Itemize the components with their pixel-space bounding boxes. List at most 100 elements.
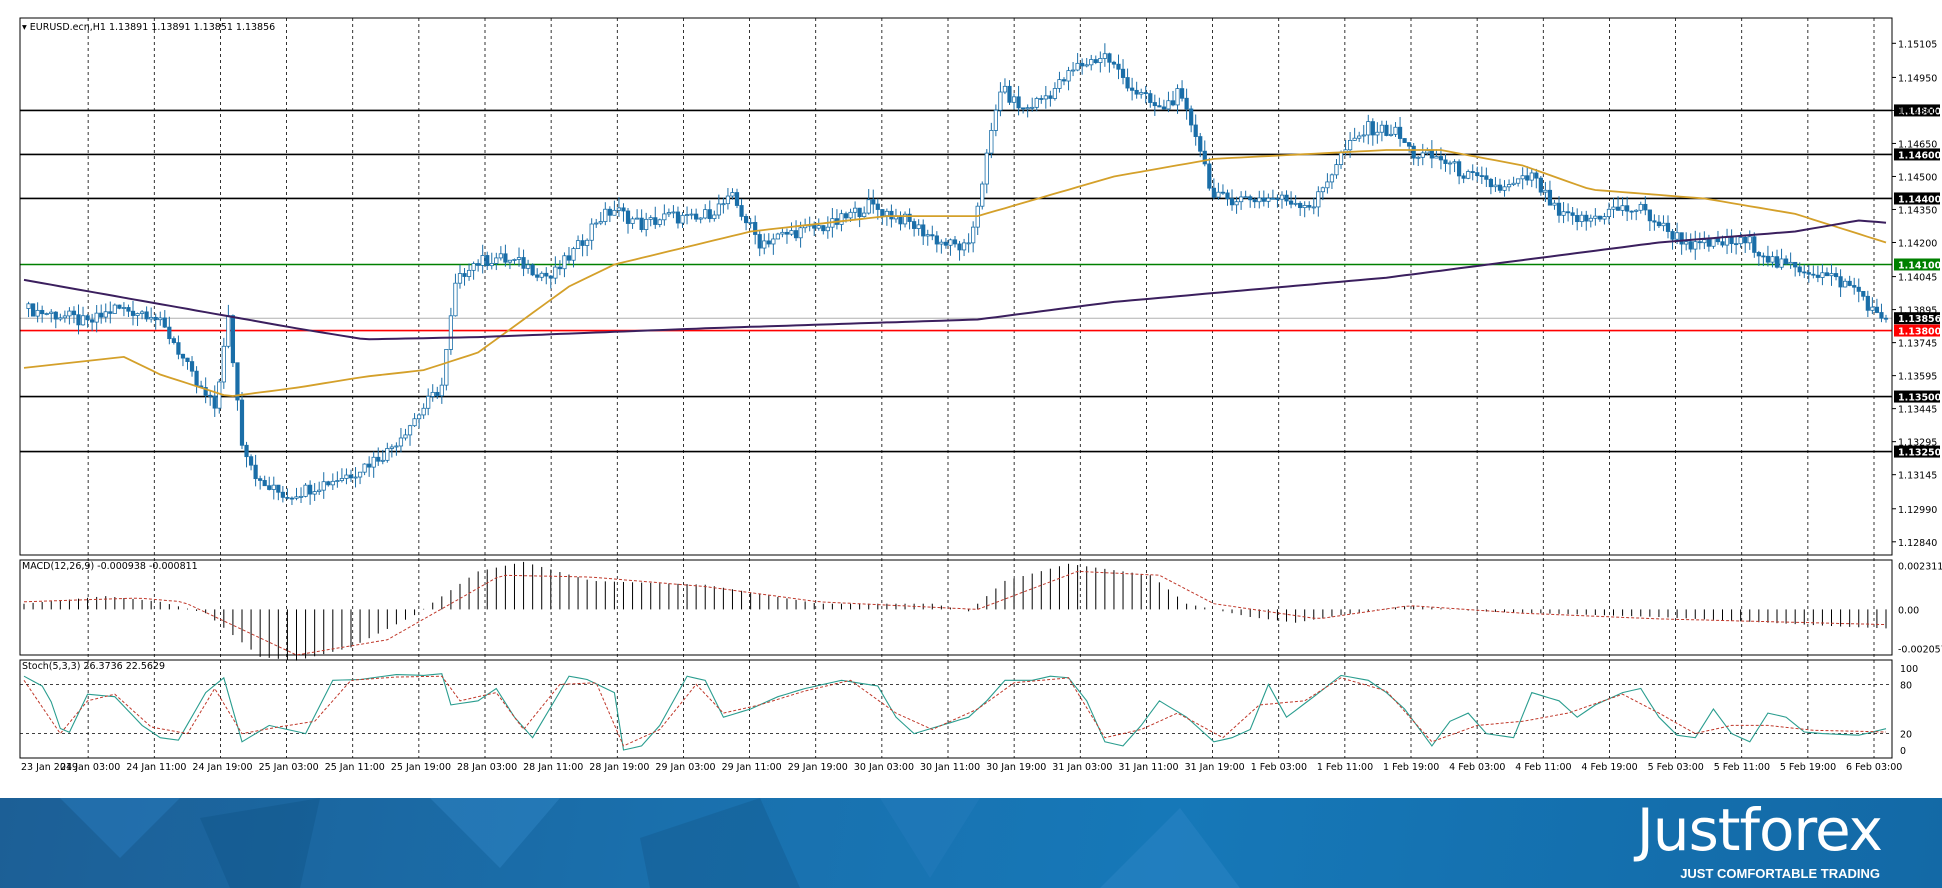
candle-body xyxy=(126,307,131,312)
candle-body xyxy=(1525,175,1530,181)
candle-body xyxy=(1797,266,1802,273)
candle-body xyxy=(1030,106,1035,109)
candle-body xyxy=(1366,121,1371,136)
candle-body xyxy=(1198,136,1203,152)
candle-body xyxy=(1575,215,1580,223)
candle-body xyxy=(371,456,376,468)
candle-body xyxy=(1425,150,1430,154)
candle-body xyxy=(1316,191,1321,208)
candle-body xyxy=(571,248,576,261)
candle-body xyxy=(1538,177,1543,193)
candle-body xyxy=(739,205,744,217)
candle-body xyxy=(1048,95,1053,99)
candle-body xyxy=(1543,189,1548,193)
candle-body xyxy=(180,353,186,359)
candle-body xyxy=(1243,196,1248,199)
candle-body xyxy=(226,315,231,347)
candle-body xyxy=(49,311,54,314)
candle-body xyxy=(344,474,349,479)
candle-body xyxy=(730,192,735,197)
candle-body xyxy=(1189,108,1194,126)
candle-body xyxy=(598,221,603,224)
candle-body xyxy=(1861,290,1866,297)
candle-body xyxy=(607,208,612,216)
candle-body xyxy=(471,263,476,271)
x-tick-label: 29 Jan 19:00 xyxy=(788,762,848,773)
x-tick-label: 5 Feb 11:00 xyxy=(1714,762,1770,773)
candle-body xyxy=(1506,184,1512,188)
candle-body xyxy=(612,209,617,216)
candle-body xyxy=(185,357,190,362)
candle-body xyxy=(1075,62,1080,71)
candle-body xyxy=(435,391,440,397)
candle-body xyxy=(94,312,99,323)
candle-body xyxy=(1565,211,1571,214)
candle-body xyxy=(548,275,553,279)
macd-label: MACD(12,26,9) -0.000938 -0.000811 xyxy=(22,561,198,572)
candle-body xyxy=(26,303,31,309)
candle-body xyxy=(1443,159,1448,164)
candle-body xyxy=(512,259,517,261)
candle-body xyxy=(1107,53,1112,63)
candle-body xyxy=(1202,150,1207,165)
candle-body xyxy=(194,370,199,387)
candle-body xyxy=(430,391,435,397)
candle-body xyxy=(1529,172,1534,181)
candle-body xyxy=(335,480,340,482)
candle-body xyxy=(1002,85,1008,93)
candle-body xyxy=(271,484,276,490)
candle-body xyxy=(407,425,413,436)
level-tag-label: 1.13500 xyxy=(1898,393,1942,404)
candle-body xyxy=(330,480,335,486)
candle-body xyxy=(339,478,345,481)
candle-body xyxy=(476,263,481,266)
candle-body xyxy=(1447,162,1453,165)
candle-body xyxy=(1638,203,1643,211)
candle-body xyxy=(1166,100,1171,110)
candle-body xyxy=(1157,105,1162,108)
candle-body xyxy=(912,221,917,229)
candle-body xyxy=(1302,205,1307,209)
candle-body xyxy=(1279,194,1285,200)
candle-body xyxy=(1606,208,1612,217)
candle-body xyxy=(939,241,944,245)
candle-body xyxy=(303,484,308,497)
candle-body xyxy=(1220,191,1226,194)
candle-body xyxy=(1516,178,1521,184)
candle-body xyxy=(103,311,108,318)
stoch-tick-label: 80 xyxy=(1900,680,1912,691)
candle-body xyxy=(1625,205,1630,212)
candle-body xyxy=(589,223,594,241)
x-tick-label: 5 Feb 03:00 xyxy=(1648,762,1704,773)
candle-body xyxy=(725,195,731,205)
candle-body xyxy=(444,348,449,386)
candle-body xyxy=(748,222,753,224)
candle-body xyxy=(1357,135,1362,139)
candle-body xyxy=(1248,196,1253,201)
candle-body xyxy=(1647,209,1652,222)
candle-body xyxy=(485,255,490,267)
candle-body xyxy=(1752,236,1757,253)
candle-body xyxy=(1120,68,1126,78)
candle-body xyxy=(144,311,149,320)
level-tag-label: 1.13250 xyxy=(1898,448,1942,459)
candle-body xyxy=(1588,217,1593,222)
candle-body xyxy=(1715,238,1721,243)
candle-body xyxy=(503,253,508,263)
level-tag-label: 1.14100 xyxy=(1898,260,1942,271)
candle-body xyxy=(30,303,36,317)
macd-tick-label: 0.00 xyxy=(1898,605,1919,616)
candle-body xyxy=(1307,205,1312,208)
candle-body xyxy=(753,222,758,235)
candle-body xyxy=(1225,192,1230,200)
candle-body xyxy=(866,199,871,214)
candle-body xyxy=(85,315,90,321)
x-tick-label: 30 Jan 03:00 xyxy=(854,762,914,773)
candle-body xyxy=(662,213,667,221)
y-tick-label: 1.14500 xyxy=(1898,172,1937,183)
candle-body xyxy=(1125,77,1130,89)
x-tick-label: 5 Feb 19:00 xyxy=(1780,762,1836,773)
candle-body xyxy=(121,307,127,309)
candle-body xyxy=(1552,202,1557,206)
candle-body xyxy=(721,203,726,206)
